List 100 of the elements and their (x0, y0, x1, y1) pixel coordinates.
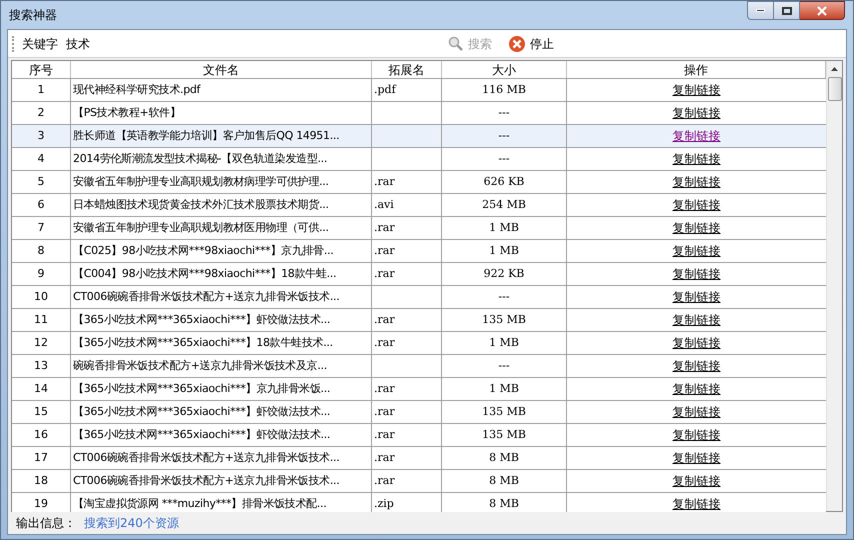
table-cell: 【PS技术教程+软件】 (71, 102, 372, 124)
search-icon (448, 36, 464, 52)
table-cell: 16 (12, 424, 71, 446)
stop-button[interactable]: 停止 (504, 34, 558, 52)
copy-link[interactable]: 复制链接 (672, 426, 720, 444)
table-cell: 1 MB (442, 378, 567, 400)
copy-link[interactable]: 复制链接 (672, 449, 720, 467)
table-cell: 922 KB (442, 263, 567, 285)
status-label: 输出信息： (16, 515, 76, 532)
table-cell: 10 (12, 286, 71, 308)
table-row[interactable]: 5 安徽省五年制护理专业高职规划教材病理学可供护理... .rar 626 KB 复制链接 (12, 171, 826, 194)
table-cell: 现代神经科学研究技术.pdf (71, 79, 372, 101)
table-cell: --- (442, 286, 567, 308)
table-cell: 【C025】98小吃技术网***98xiaochi***】京九排骨... (71, 240, 372, 262)
table-cell: 碗碗香排骨米饭技术配方+送京九排骨米饭技术及京... (71, 355, 372, 377)
table-row[interactable]: 13 碗碗香排骨米饭技术配方+送京九排骨米饭技术及京... --- 复制链接 (12, 355, 826, 378)
copy-link[interactable]: 复制链接 (672, 219, 720, 237)
table-cell: 8 (12, 240, 71, 262)
table-cell: 6 (12, 194, 71, 216)
copy-link[interactable]: 复制链接 (672, 380, 720, 398)
table-cell: 胜长师道【英语教学能力培训】客户加售后QQ 14951... (71, 125, 372, 147)
table-cell: .rar (372, 401, 442, 423)
table-cell: .rar (372, 424, 442, 446)
table-cell: --- (442, 125, 567, 147)
copy-link[interactable]: 复制链接 (672, 196, 720, 214)
table-cell: --- (442, 148, 567, 170)
maximize-button[interactable] (774, 1, 800, 20)
scrollbar-thumb[interactable] (828, 77, 842, 101)
table-cell: .rar (372, 263, 442, 285)
copy-link[interactable]: 复制链接 (672, 403, 720, 421)
copy-link[interactable]: 复制链接 (672, 173, 720, 191)
table-row[interactable]: 10 CT006碗碗香排骨米饭技术配方+送京九排骨米饭技术... --- 复制链接 (12, 286, 826, 309)
table-cell: .pdf (372, 79, 442, 101)
table-cell: 14 (12, 378, 71, 400)
keyword-label: 关键字 (22, 36, 58, 52)
copy-link[interactable]: 复制链接 (672, 242, 720, 260)
scroll-up-icon (831, 67, 838, 71)
column-header[interactable]: 大小 (442, 61, 567, 78)
table-row[interactable]: 18 CT006碗碗香排骨米饭技术配方+送京九排骨米饭技术... .rar 8 MB 复制链接 (12, 470, 826, 493)
table-row[interactable]: 16 【365小吃技术网***365xiaochi***】虾饺做法技术... .rar 135 MB 复制链接 (12, 424, 826, 447)
table-cell: .rar (372, 332, 442, 354)
window-title: 搜索神器 (9, 7, 57, 24)
table-row[interactable]: 9 【C004】98小吃技术网***98xiaochi***】18款牛蛙... .rar 922 KB 复制链接 (12, 263, 826, 286)
copy-link[interactable]: 复制链接 (672, 81, 720, 99)
table-cell: 11 (12, 309, 71, 331)
table-cell: 2 (12, 102, 71, 124)
table-row[interactable]: 8 【C025】98小吃技术网***98xiaochi***】京九排骨... .rar 1 MB 复制链接 (12, 240, 826, 263)
copy-link[interactable]: 复制链接 (672, 288, 720, 306)
table-row[interactable]: 12 【365小吃技术网***365xiaochi***】18款牛蛙技术... .rar 1 MB 复制链接 (12, 332, 826, 355)
copy-link[interactable]: 复制链接 (672, 495, 720, 513)
table-cell: .rar (372, 470, 442, 492)
table-cell: 5 (12, 171, 71, 193)
table-row[interactable]: 6 日本蜡烛图技术现货黄金技术外汇技术股票技术期货... .avi 254 MB 复制链接 (12, 194, 826, 217)
table-cell: 15 (12, 401, 71, 423)
column-header[interactable]: 序号 (12, 61, 71, 78)
table-cell: 2014劳伦斯潮流发型技术揭秘-【双色轨道染发造型... (71, 148, 372, 170)
copy-link[interactable]: 复制链接 (672, 150, 720, 168)
table-cell: .rar (372, 309, 442, 331)
table-cell: 安徽省五年制护理专业高职规划教材医用物理（可供... (71, 217, 372, 239)
table-cell: 135 MB (442, 424, 567, 446)
table-cell: CT006碗碗香排骨米饭技术配方+送京九排骨米饭技术... (71, 447, 372, 469)
column-header[interactable]: 文件名 (71, 61, 372, 78)
table-cell: 8 MB (442, 447, 567, 469)
table-cell: .rar (372, 378, 442, 400)
table-cell: CT006碗碗香排骨米饭技术配方+送京九排骨米饭技术... (71, 286, 372, 308)
copy-link[interactable]: 复制链接 (672, 104, 720, 122)
table-row[interactable]: 7 安徽省五年制护理专业高职规划教材医用物理（可供... .rar 1 MB 复制链接 (12, 217, 826, 240)
copy-link[interactable]: 复制链接 (672, 311, 720, 329)
table-row[interactable]: 3 胜长师道【英语教学能力培训】客户加售后QQ 14951... --- 复制链接 (12, 125, 826, 148)
close-button[interactable] (800, 1, 845, 20)
table-cell: 【C004】98小吃技术网***98xiaochi***】18款牛蛙... (71, 263, 372, 285)
copy-link[interactable]: 复制链接 (672, 472, 720, 490)
table-row[interactable]: 14 【365小吃技术网***365xiaochi***】京九排骨米饭... .rar 1 MB 复制链接 (12, 378, 826, 401)
table-cell: 1 (12, 79, 71, 101)
stop-icon (508, 34, 526, 52)
table-row[interactable]: 4 2014劳伦斯潮流发型技术揭秘-【双色轨道染发造型... --- 复制链接 (12, 148, 826, 171)
table-cell: 【365小吃技术网***365xiaochi***】虾饺做法技术... (71, 424, 372, 446)
copy-link[interactable]: 复制链接 (672, 127, 720, 145)
table-cell: .rar (372, 217, 442, 239)
table-row[interactable]: 15 【365小吃技术网***365xiaochi***】虾饺做法技术... .rar 135 MB 复制链接 (12, 401, 826, 424)
table-cell: 日本蜡烛图技术现货黄金技术外汇技术股票技术期货... (71, 194, 372, 216)
copy-link[interactable]: 复制链接 (672, 334, 720, 352)
column-header[interactable]: 拓展名 (372, 61, 442, 78)
table-row[interactable]: 2 【PS技术教程+软件】 --- 复制链接 (12, 102, 826, 125)
table-cell: 7 (12, 217, 71, 239)
status-message: 搜索到240个资源 (84, 515, 179, 532)
table-cell: 17 (12, 447, 71, 469)
table-row[interactable]: 17 CT006碗碗香排骨米饭技术配方+送京九排骨米饭技术... .rar 8 MB 复制链接 (12, 447, 826, 470)
table-cell: 9 (12, 263, 71, 285)
minimize-button[interactable] (747, 1, 774, 20)
table-cell: CT006碗碗香排骨米饭技术配方+送京九排骨米饭技术... (71, 470, 372, 492)
table-row[interactable]: 1 现代神经科学研究技术.pdf .pdf 116 MB 复制链接 (12, 79, 826, 102)
close-icon (817, 6, 827, 16)
table-cell: 1 MB (442, 217, 567, 239)
copy-link[interactable]: 复制链接 (672, 357, 720, 375)
table-row[interactable]: 11 【365小吃技术网***365xiaochi***】虾饺做法技术... .rar 135 MB 复制链接 (12, 309, 826, 332)
table-cell: --- (442, 102, 567, 124)
table-cell: 254 MB (442, 194, 567, 216)
scrollbar[interactable] (826, 61, 842, 511)
copy-link[interactable]: 复制链接 (672, 265, 720, 283)
